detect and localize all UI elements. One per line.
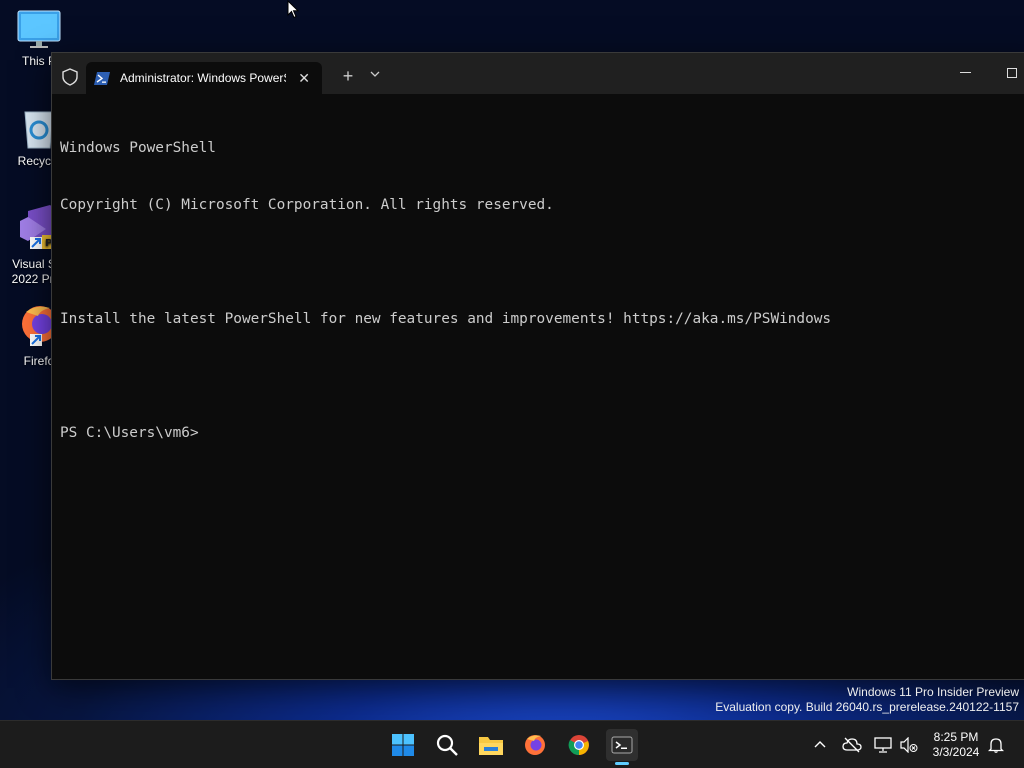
minimize-button[interactable] [960,72,971,73]
evaluation-watermark: Windows 11 Pro Insider Preview Evaluatio… [715,685,1019,715]
onedrive-status[interactable] [842,735,862,755]
title-bar[interactable]: Administrator: Windows PowerShell ✕ + [52,53,1024,94]
search-button[interactable] [431,729,463,761]
clock-date: 3/3/2024 [932,745,980,759]
mouse-cursor-icon [287,0,299,19]
file-explorer-button[interactable] [475,729,507,761]
watermark-line: Windows 11 Pro Insider Preview [847,685,1019,699]
terminal-line: Copyright (C) Microsoft Corporation. All… [60,197,554,213]
terminal-icon [611,736,633,754]
chevron-up-icon [814,741,826,748]
terminal-window[interactable]: Administrator: Windows PowerShell ✕ + Wi… [51,52,1024,680]
taskbar: 8:25 PM 3/3/2024 [0,720,1024,768]
terminal-prompt[interactable]: PS C:\Users\vm6> [60,424,1024,443]
volume-status[interactable] [899,735,919,755]
file-explorer-icon [479,737,503,755]
clock-time: 8:25 PM [933,730,979,744]
network-icon [874,737,892,753]
network-status[interactable] [873,735,893,755]
tab-title: Administrator: Windows PowerShell [120,71,286,85]
notifications-button[interactable] [986,735,1006,755]
volume-muted-icon [900,737,918,753]
start-button[interactable] [387,729,419,761]
shield-icon [62,68,78,86]
active-app-indicator [615,762,629,765]
watermark-line: Evaluation copy. Build 26040.rs_prerelea… [715,700,1019,714]
powershell-icon [94,71,110,85]
show-hidden-icons-button[interactable] [810,735,830,755]
clock[interactable]: 8:25 PM 3/3/2024 [928,730,984,760]
terminal-line: Windows PowerShell [60,140,216,156]
chevron-down-icon[interactable] [368,66,382,82]
maximize-button[interactable] [1007,68,1017,78]
close-icon[interactable]: ✕ [298,70,310,87]
chrome-icon [568,735,589,756]
bell-icon [988,738,1004,753]
monitor-icon [17,10,61,48]
search-icon [436,734,458,756]
plus-icon[interactable]: + [338,66,358,87]
firefox-icon [525,735,545,755]
start-icon [392,734,414,756]
tab-powershell[interactable]: Administrator: Windows PowerShell ✕ [86,62,322,94]
chrome-taskbar-button[interactable] [563,729,595,761]
terminal-line: Install the latest PowerShell for new fe… [60,311,832,327]
terminal-output[interactable]: Windows PowerShell Copyright (C) Microso… [60,101,1024,481]
terminal-taskbar-button[interactable] [606,729,638,761]
cloud-off-icon [842,737,862,753]
firefox-taskbar-button[interactable] [519,729,551,761]
